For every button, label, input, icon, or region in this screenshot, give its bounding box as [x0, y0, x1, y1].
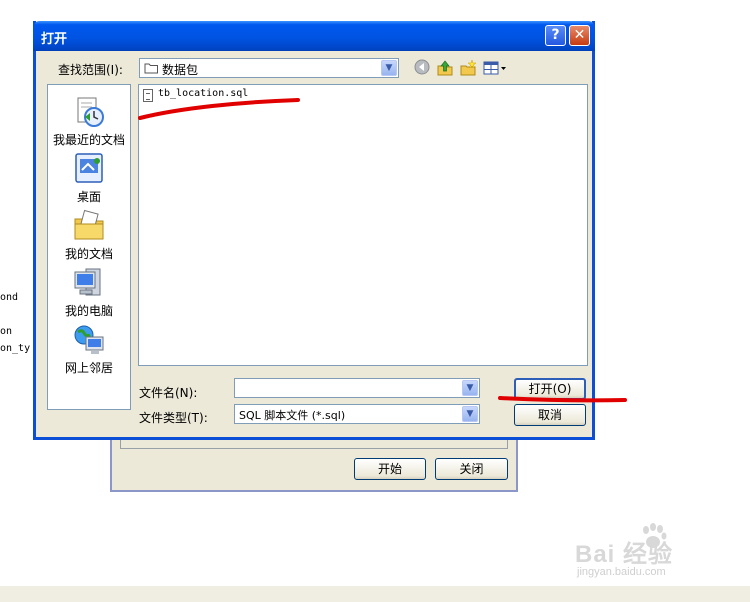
my-documents-icon [72, 209, 106, 243]
new-folder-icon[interactable] [459, 59, 477, 77]
view-menu-icon[interactable] [482, 59, 508, 77]
chevron-down-icon[interactable]: ▼ [381, 60, 397, 76]
place-my-documents[interactable]: 我的文档 [48, 209, 130, 262]
close-button[interactable]: 关闭 [435, 458, 508, 480]
my-computer-icon [72, 266, 106, 300]
title-bar[interactable]: 打开 ? ✕ [33, 21, 595, 51]
background-text-line: on [0, 326, 13, 337]
lookin-combo[interactable]: 数据包 ▼ [139, 58, 399, 78]
place-recent-documents[interactable]: 我最近的文档 [48, 95, 130, 148]
open-dialog: 打开 ? ✕ 查找范围(I): 数据包 ▼ 我最近的文档 桌面 我的文档 我的电… [33, 21, 595, 440]
network-places-icon [72, 323, 106, 357]
folder-icon [144, 63, 158, 74]
place-label: 我最近的文档 [52, 133, 125, 147]
place-label: 我的文档 [64, 247, 113, 261]
place-label: 我的电脑 [64, 304, 113, 318]
background-text-line: on_ty [0, 343, 31, 354]
chevron-down-icon[interactable]: ▼ [462, 406, 478, 422]
lookin-value: 数据包 [162, 63, 199, 77]
open-button[interactable]: 打开(O) [514, 378, 586, 400]
lookin-label: 查找范围(I): [58, 63, 123, 77]
sql-file-icon [143, 89, 153, 102]
filetype-value: SQL 脚本文件 (*.sql) [239, 409, 346, 422]
filename-input[interactable]: ▼ [234, 378, 480, 398]
place-desktop[interactable]: 桌面 [48, 152, 130, 205]
dialog-title: 打开 [41, 32, 68, 47]
file-name: tb_location.sql [158, 88, 249, 99]
places-bar: 我最近的文档 桌面 我的文档 我的电脑 网上邻居 [47, 84, 131, 410]
place-label: 桌面 [76, 190, 101, 204]
back-icon[interactable] [413, 59, 431, 77]
place-network[interactable]: 网上邻居 [48, 323, 130, 376]
file-list[interactable]: tb_location.sql [138, 84, 588, 366]
place-my-computer[interactable]: 我的电脑 [48, 266, 130, 319]
place-label: 网上邻居 [64, 361, 113, 375]
start-button[interactable]: 开始 [354, 458, 426, 480]
up-folder-icon[interactable] [436, 59, 454, 77]
desktop-icon [72, 152, 106, 186]
close-dialog-button[interactable]: ✕ [569, 25, 590, 46]
background-text-line: ond [0, 292, 19, 303]
help-button[interactable]: ? [545, 25, 566, 46]
filename-label: 文件名(N): [139, 386, 198, 400]
watermark: Bai 经验 jingyan.baidu.com [575, 520, 735, 582]
recent-documents-icon [72, 95, 106, 129]
watermark-url: jingyan.baidu.com [577, 566, 666, 578]
filetype-label: 文件类型(T): [139, 411, 208, 425]
chevron-down-icon[interactable]: ▼ [462, 380, 478, 396]
watermark-logo-text: Bai 经验 [575, 541, 674, 568]
bottom-strip [0, 586, 750, 602]
cancel-button[interactable]: 取消 [514, 404, 586, 426]
filetype-select[interactable]: SQL 脚本文件 (*.sql) ▼ [234, 404, 480, 424]
